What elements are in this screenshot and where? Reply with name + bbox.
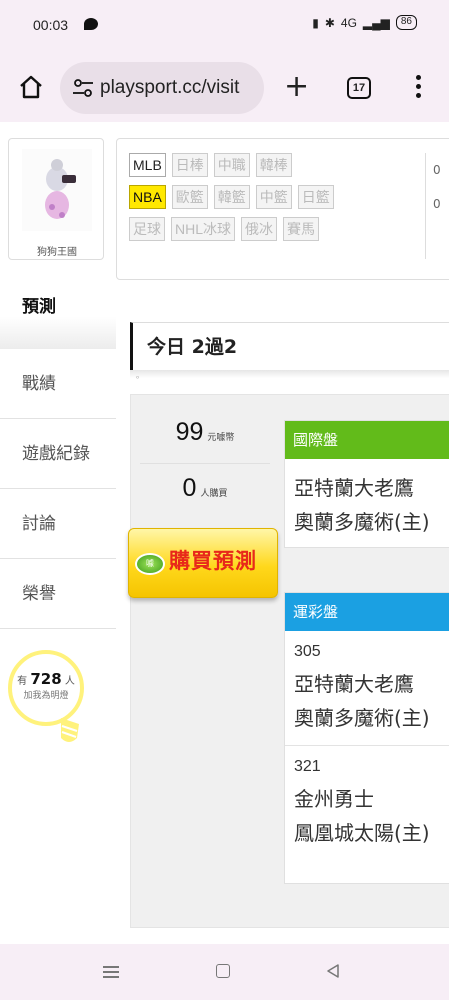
- international-odds-panel: 國際盤 亞特蘭大老鷹 奧蘭多魔術(主): [284, 420, 449, 548]
- buyers-row: 0 人購買: [140, 464, 270, 514]
- game-entry: 321 金州勇士 鳳凰城太陽(主): [285, 746, 449, 860]
- fans-count-line: 有 728 人: [12, 670, 80, 688]
- chat-notification-icon: [84, 18, 98, 30]
- sport-tag-nhl[interactable]: NHL冰球: [171, 217, 236, 241]
- system-nav-bar: [0, 944, 449, 1000]
- game-entry: 亞特蘭大老鷹 奧蘭多魔術(主): [285, 459, 449, 549]
- sport-tag-kbl[interactable]: 韓籃: [213, 185, 250, 209]
- sport-tag-npb[interactable]: 日棒: [171, 153, 208, 177]
- sport-row: MLB 日棒 中職 韓棒: [129, 153, 429, 177]
- sport-filter-panel: MLB 日棒 中職 韓棒 NBA 歐籃 韓籃 中籃 日籃 足球 NHL冰球 俄冰…: [116, 138, 449, 280]
- side-value: 0: [433, 197, 441, 211]
- back-icon[interactable]: [326, 964, 340, 978]
- sport-tag-cpbl[interactable]: 中職: [213, 153, 250, 177]
- game-number: 321: [294, 758, 321, 775]
- team-home: 奧蘭多魔術(主): [294, 510, 430, 534]
- fans-prefix: 有: [17, 676, 28, 687]
- avatar: [22, 149, 92, 231]
- web-page: 狗狗王國 MLB 日棒 中職 韓棒 NBA 歐籃 韓籃 中籃 日籃 足球 NHL…: [0, 122, 449, 944]
- recent-apps-icon[interactable]: [103, 966, 119, 978]
- sport-tag-khl[interactable]: 俄冰: [241, 217, 278, 241]
- buy-prediction-button[interactable]: 噱 購買預測: [128, 528, 278, 598]
- bluetooth-icon: ✱: [324, 15, 335, 30]
- nav-item-prediction[interactable]: 預測: [0, 277, 116, 349]
- side-value: 0: [433, 163, 441, 177]
- profile-name: 狗狗王國: [37, 247, 77, 258]
- prediction-stats: 99 元噱幣 0 人購買: [140, 418, 280, 514]
- new-tab-icon[interactable]: +: [284, 72, 309, 102]
- price-row: 99 元噱幣: [140, 418, 270, 464]
- more-menu-icon[interactable]: [413, 75, 423, 101]
- team-away: 亞特蘭大老鷹: [294, 476, 414, 500]
- sport-tag-horse-racing[interactable]: 賽馬: [283, 217, 320, 241]
- site-settings-icon[interactable]: [72, 79, 94, 97]
- sport-tag-nba[interactable]: NBA: [129, 185, 166, 209]
- status-bar: 00:03 ▮ ✱ 4G ▂▄▆ 86: [0, 0, 449, 52]
- profile-nav: 預測 戰績 遊戲紀錄 討論 榮譽: [0, 277, 116, 629]
- price-value: 99: [175, 418, 204, 446]
- fans-caption: 加我為明燈: [23, 691, 69, 701]
- title-mark: ᵒ: [136, 374, 140, 383]
- fans-count: 728: [30, 670, 62, 688]
- nav-item-discussion[interactable]: 討論: [0, 489, 116, 559]
- status-icons: ▮ ✱ 4G ▂▄▆ 86: [312, 15, 417, 30]
- profile-card[interactable]: 狗狗王國: [8, 138, 104, 260]
- game-entry: 305 亞特蘭大老鷹 奧蘭多魔術(主): [285, 631, 449, 746]
- battery-icon: 86: [395, 15, 417, 30]
- home-icon[interactable]: [18, 74, 44, 100]
- price-unit: 元噱幣: [207, 433, 235, 443]
- sport-tag-kbo[interactable]: 韓棒: [255, 153, 292, 177]
- vibrate-icon: ▮: [312, 15, 319, 30]
- sport-tag-cba[interactable]: 中籃: [255, 185, 292, 209]
- network-label: 4G: [340, 15, 357, 30]
- divider: [425, 153, 426, 259]
- signal-icon: ▂▄▆: [362, 15, 390, 30]
- title-shadow: [130, 370, 449, 378]
- lottery-odds-header: 運彩盤: [285, 593, 449, 631]
- sport-tag-bleague[interactable]: 日籃: [297, 185, 334, 209]
- sport-row: 足球 NHL冰球 俄冰 賽馬: [129, 217, 429, 241]
- team-away: 金州勇士: [294, 787, 374, 811]
- home-button-icon[interactable]: [216, 964, 230, 978]
- address-bar[interactable]: playsport.cc/visit: [60, 62, 264, 114]
- nav-item-honor[interactable]: 榮譽: [0, 559, 116, 629]
- fans-suffix: 人: [64, 676, 75, 687]
- team-home: 鳳凰城太陽(主): [294, 821, 430, 845]
- lottery-odds-panel: 運彩盤 305 亞特蘭大老鷹 奧蘭多魔術(主) 321 金州勇士 鳳凰城太陽(主…: [284, 592, 449, 884]
- url-text[interactable]: playsport.cc/visit: [100, 77, 260, 99]
- sport-tag-euroleague[interactable]: 歐籃: [171, 185, 208, 209]
- bulb-base-icon: [61, 718, 79, 742]
- sport-tag-soccer[interactable]: 足球: [129, 217, 165, 241]
- game-number: 305: [294, 643, 321, 660]
- coin-icon: 噱: [135, 553, 165, 575]
- status-time: 00:03: [33, 17, 69, 33]
- nav-item-record[interactable]: 戰績: [0, 349, 116, 419]
- team-away: 亞特蘭大老鷹: [294, 672, 414, 696]
- today-title: 今日 2過2: [130, 322, 449, 370]
- tab-count-button[interactable]: 17: [347, 77, 371, 99]
- buyers-unit: 人購買: [200, 489, 228, 499]
- nav-item-game-history[interactable]: 遊戲紀錄: [0, 419, 116, 489]
- buyers-value: 0: [182, 474, 197, 502]
- fans-bulb[interactable]: 有 728 人 加我為明燈: [8, 650, 84, 726]
- sport-tags: MLB 日棒 中職 韓棒 NBA 歐籃 韓籃 中籃 日籃 足球 NHL冰球 俄冰…: [129, 153, 429, 249]
- international-odds-header: 國際盤: [285, 421, 449, 459]
- sport-tag-mlb[interactable]: MLB: [129, 153, 166, 177]
- browser-toolbar: playsport.cc/visit + 17: [0, 52, 449, 122]
- buy-prediction-label: 購買預測: [169, 549, 257, 573]
- team-home: 奧蘭多魔術(主): [294, 706, 430, 730]
- sport-row: NBA 歐籃 韓籃 中籃 日籃: [129, 185, 429, 209]
